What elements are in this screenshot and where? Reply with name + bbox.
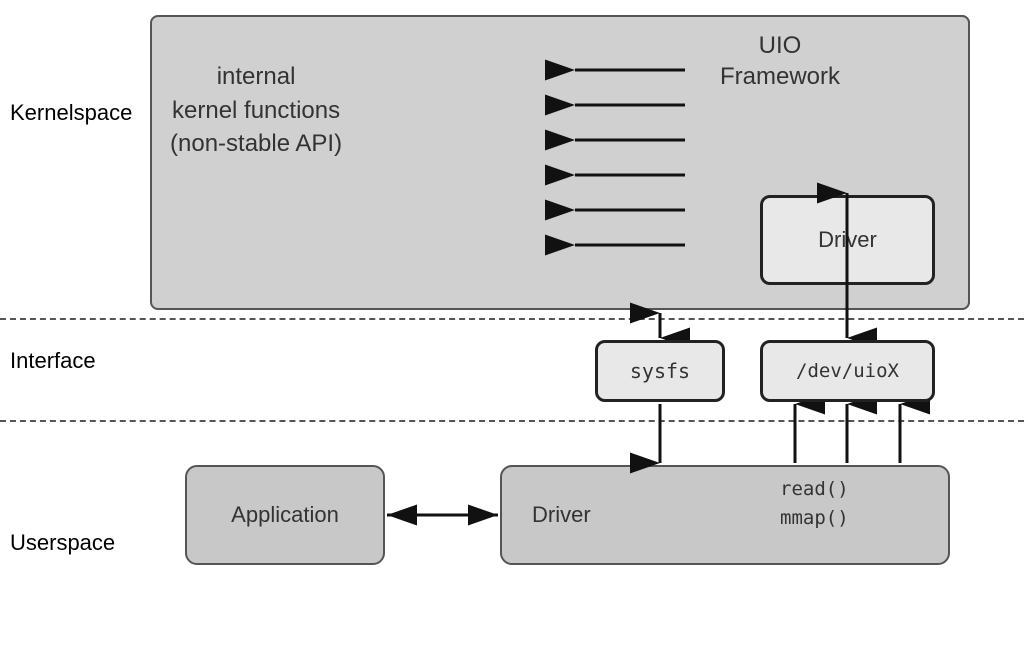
uio-framework-label: UIO Framework <box>720 30 840 92</box>
diagram: Kernelspace Interface Userspace internal… <box>0 0 1024 669</box>
divider-interface-user <box>0 420 1024 422</box>
driver-user-code: read() mmap() <box>780 475 849 532</box>
kernel-functions-text: internal kernel functions (non-stable AP… <box>170 60 342 161</box>
devuiox-box: /dev/uioX <box>760 340 935 402</box>
kernelspace-label: Kernelspace <box>10 100 132 126</box>
interface-label: Interface <box>10 348 96 374</box>
driver-user-box: Driver <box>500 465 950 565</box>
userspace-label: Userspace <box>10 530 115 556</box>
application-box: Application <box>185 465 385 565</box>
driver-kernel-box: Driver <box>760 195 935 285</box>
sysfs-box: sysfs <box>595 340 725 402</box>
divider-kernel-interface <box>0 318 1024 320</box>
